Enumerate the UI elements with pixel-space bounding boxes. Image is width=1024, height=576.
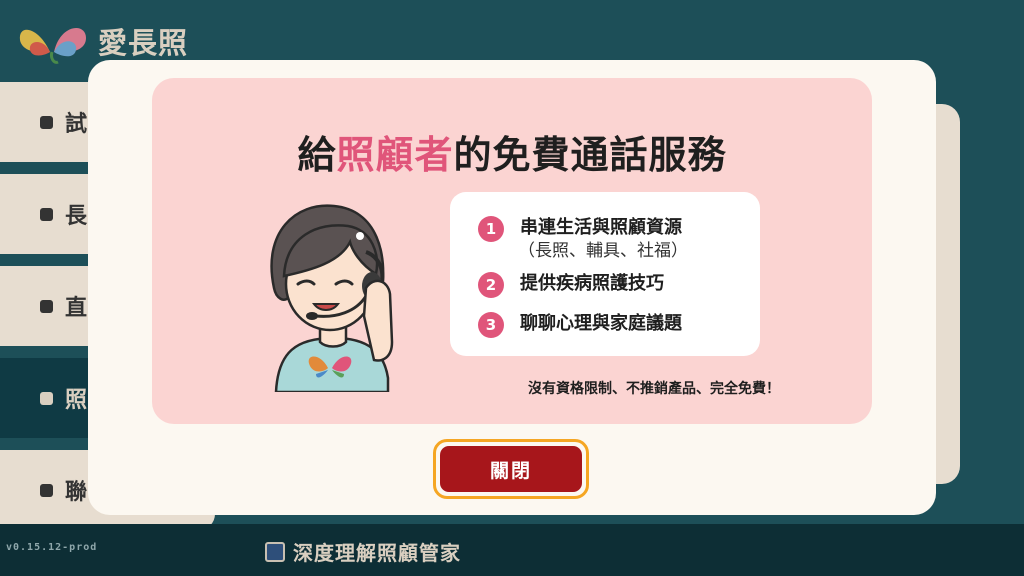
version-label: v0.15.12-prod: [6, 542, 98, 553]
service-list: 1 串連生活與照顧資源 （長照、輔具、社福） 2 提供疾病照護技巧 3 聊聊心理…: [450, 192, 760, 356]
free-service-note: 沒有資格限制、不推銷產品、完全免費！: [528, 381, 780, 397]
logo-butterfly-icon: [19, 27, 86, 64]
number-badge: 3: [478, 312, 504, 338]
menu-item-label: 聯: [65, 480, 88, 505]
list-item: 1 串連生活與照顧資源 （長照、輔具、社福）: [478, 216, 688, 262]
checkbox-label: 深度理解照顧管家: [293, 541, 461, 565]
list-item-text: 串連生活與照顧資源: [520, 217, 682, 238]
deep-understanding-toggle[interactable]: 深度理解照顧管家: [265, 537, 461, 566]
bullet-icon: [40, 115, 53, 129]
list-item-text: 提供疾病照護技巧: [520, 273, 664, 294]
menu-item-label: 長: [65, 204, 88, 229]
bottom-bar: [0, 524, 1024, 576]
operator-illustration: [270, 204, 394, 392]
close-button-focus-ring: 關閉: [433, 439, 589, 499]
bullet-icon: [40, 391, 53, 405]
menu-item-label: 試: [65, 112, 88, 137]
caregiver-call-modal: 給照顧者的免費通話服務 1 串連生活與照顧資源 （長照、輔具、社福） 2 提供疾…: [88, 60, 936, 515]
menu-item-label: 照: [65, 388, 88, 413]
list-item-subtext: （長照、輔具、社福）: [518, 241, 688, 261]
list-item: 3 聊聊心理與家庭議題: [478, 312, 682, 338]
list-item-text: 聊聊心理與家庭議題: [520, 313, 682, 334]
logo-text: 愛長照: [98, 26, 189, 60]
title-suffix: 的免費通話服務: [453, 133, 727, 177]
close-button[interactable]: 關閉: [440, 446, 582, 492]
title-highlight: 照顧者: [336, 133, 454, 177]
bullet-icon: [40, 483, 53, 497]
list-item: 2 提供疾病照護技巧: [478, 272, 664, 298]
app-logo: 愛長照: [14, 18, 188, 64]
checkbox[interactable]: [265, 541, 285, 562]
menu-item-label: 直: [65, 296, 88, 321]
bullet-icon: [40, 207, 53, 221]
bullet-icon: [40, 299, 53, 313]
title-prefix: 給: [297, 133, 337, 177]
info-card: 給照顧者的免費通話服務 1 串連生活與照顧資源 （長照、輔具、社福） 2 提供疾…: [152, 78, 872, 424]
modal-title: 給照顧者的免費通話服務: [152, 124, 872, 179]
number-badge: 1: [478, 216, 504, 242]
number-badge: 2: [478, 272, 504, 298]
